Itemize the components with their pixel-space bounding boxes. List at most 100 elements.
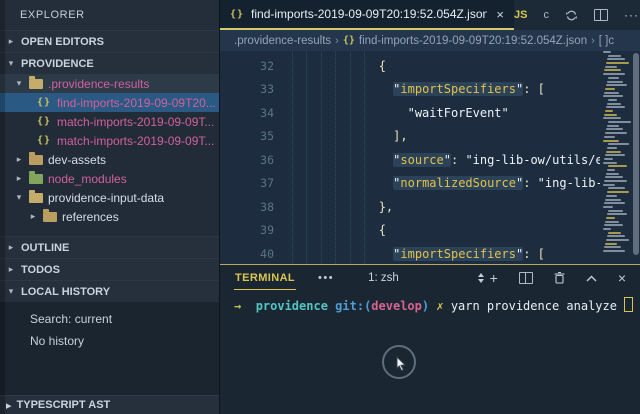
breadcrumb-separator-icon: › bbox=[335, 35, 339, 47]
prompt-segment: yarn providence analyze bbox=[451, 299, 624, 313]
key-name: source bbox=[400, 153, 443, 167]
tab-find-imports-json[interactable]: {} find-imports-2019-09-09T20:19:52.054Z… bbox=[220, 0, 514, 30]
breadcrumb-item[interactable]: .providence-results bbox=[234, 35, 331, 47]
tree-item[interactable]: ▸ node_modules bbox=[0, 169, 219, 188]
chevron-right-icon: ▸ bbox=[14, 173, 24, 184]
new-terminal-icon[interactable]: + bbox=[490, 270, 498, 286]
quote: " bbox=[444, 153, 451, 167]
terminal-output[interactable]: → providence git:(develop) ✗ yarn provid… bbox=[220, 291, 640, 313]
indent-guide bbox=[306, 51, 307, 264]
minimap-line bbox=[604, 180, 627, 182]
minimap-line bbox=[603, 95, 623, 97]
tab-title: find-imports-2019-09-09T20:19:52.054Z.js… bbox=[251, 7, 487, 21]
tree-item-label: references bbox=[62, 210, 119, 224]
json-file-icon: {} bbox=[36, 116, 52, 127]
tree-item-label: match-imports-2019-09-09T... bbox=[57, 115, 214, 129]
minimap-line bbox=[604, 69, 621, 71]
c-badge[interactable]: c bbox=[543, 9, 549, 21]
editor-scrollbar[interactable] bbox=[633, 53, 639, 255]
line-number: 36 bbox=[220, 153, 274, 167]
tree-item[interactable]: ▸dev-assets bbox=[0, 150, 219, 169]
code-line: 35 ], bbox=[220, 125, 640, 149]
kill-terminal-icon[interactable] bbox=[554, 272, 565, 284]
section-label: TODOS bbox=[21, 264, 60, 276]
terminal-shell-select[interactable]: 1: zsh bbox=[362, 270, 490, 286]
key-name: normalizedSource bbox=[400, 176, 516, 190]
minimap-line bbox=[607, 235, 625, 237]
minimap-line bbox=[607, 191, 629, 193]
panel-more-icon[interactable]: ••• bbox=[318, 272, 334, 284]
section-typescript-ast[interactable]: ▸ TYPESCRIPT AST bbox=[0, 395, 219, 414]
sync-icon[interactable] bbox=[565, 9, 578, 22]
js-badge[interactable]: JS bbox=[514, 9, 527, 21]
indent-guide bbox=[350, 51, 351, 264]
chevron-right-icon: ▸ bbox=[6, 399, 12, 412]
tree-item-label: .providence-results bbox=[48, 77, 149, 91]
code-line: 36 "source": "ing-lib-ow/utils/eve bbox=[220, 148, 640, 172]
json-file-icon: {} bbox=[36, 135, 52, 146]
more-actions-icon[interactable]: ··· bbox=[624, 8, 639, 22]
editor-tab-bar: {} find-imports-2019-09-09T20:19:52.054Z… bbox=[220, 0, 640, 30]
minimap-line bbox=[604, 136, 615, 138]
tree-item-label: node_modules bbox=[48, 172, 127, 186]
breadcrumb-item[interactable]: [ ]c bbox=[599, 35, 614, 47]
section-todos[interactable]: ▸ TODOS bbox=[0, 258, 219, 280]
minimap-line bbox=[605, 221, 619, 223]
prompt-segment: git:( bbox=[335, 299, 371, 313]
minimap-line bbox=[606, 195, 617, 197]
tree-item[interactable]: {} match-imports-2019-09-09T... bbox=[0, 112, 219, 131]
code-editor[interactable]: 32 {33 "importSpecifiers": [34 "waitForE… bbox=[220, 51, 640, 264]
local-history-item[interactable]: No history bbox=[0, 330, 219, 352]
line-number: 37 bbox=[220, 176, 274, 190]
minimap-line bbox=[608, 77, 619, 79]
breadcrumb-item[interactable]: {}find-imports-2019-09-09T20:19:52.054Z.… bbox=[343, 35, 587, 47]
chevron-right-icon: ▸ bbox=[6, 36, 16, 47]
folder-icon bbox=[29, 155, 43, 165]
maximize-panel-icon[interactable] bbox=[586, 275, 597, 282]
tree-item[interactable]: {}match-imports-2019-09-09T... bbox=[0, 131, 219, 150]
chevron-right-icon: ▸ bbox=[28, 211, 38, 222]
minimap-line bbox=[603, 228, 611, 230]
section-label: OUTLINE bbox=[21, 242, 69, 254]
terminal-cursor bbox=[624, 297, 633, 312]
close-panel-icon[interactable]: × bbox=[618, 270, 626, 286]
json-key: "importSpecifiers" bbox=[393, 247, 523, 261]
tab-terminal[interactable]: TERMINAL bbox=[234, 267, 296, 290]
json-punct: : [ bbox=[523, 82, 545, 96]
local-history-item[interactable]: Search: current bbox=[0, 308, 219, 330]
minimap-line bbox=[604, 224, 623, 226]
split-editor-icon[interactable] bbox=[594, 9, 608, 21]
minimap-line bbox=[604, 114, 617, 116]
code-text: "waitForEvent" bbox=[292, 106, 509, 120]
breadcrumb: .providence-results › {}find-imports-2019-… bbox=[220, 30, 640, 51]
minimap-line bbox=[604, 202, 625, 204]
section-providence[interactable]: ▾ PROVIDENCE bbox=[0, 52, 219, 74]
indent-guide bbox=[321, 51, 322, 264]
minimap-line bbox=[603, 184, 615, 186]
code-lines: 32 {33 "importSpecifiers": [34 "waitForE… bbox=[220, 51, 640, 264]
section-outline[interactable]: ▸ OUTLINE bbox=[0, 236, 219, 258]
minimap-line bbox=[607, 213, 627, 215]
section-open-editors[interactable]: ▸ OPEN EDITORS bbox=[0, 30, 219, 52]
section-label: TYPESCRIPT AST bbox=[17, 399, 111, 411]
tree-item[interactable]: ▸ references bbox=[0, 207, 219, 226]
json-punct: { bbox=[379, 59, 386, 73]
json-punct: ], bbox=[393, 129, 407, 143]
chevron-down-icon: ▾ bbox=[14, 192, 24, 203]
minimap-line bbox=[606, 128, 623, 130]
code-line: 33 "importSpecifiers": [ bbox=[220, 78, 640, 102]
tab-close-icon[interactable]: × bbox=[496, 7, 504, 22]
split-terminal-icon[interactable] bbox=[519, 272, 533, 284]
minimap-line bbox=[608, 232, 621, 234]
json-file-icon: {} bbox=[230, 9, 244, 20]
line-number: 39 bbox=[220, 223, 274, 237]
minimap[interactable] bbox=[600, 51, 640, 264]
panel-actions: + × bbox=[490, 270, 630, 286]
tree-item[interactable]: ▾.providence-results bbox=[0, 74, 219, 93]
section-local-history[interactable]: ▾ LOCAL HISTORY bbox=[0, 280, 219, 302]
minimap-line bbox=[608, 210, 623, 212]
tree-item[interactable]: {}find-imports-2019-09-09T20... bbox=[0, 93, 219, 112]
tree-item[interactable]: ▾providence-input-data bbox=[0, 188, 219, 207]
json-key: "source" bbox=[393, 153, 451, 167]
chevron-down-icon: ▾ bbox=[6, 58, 16, 69]
